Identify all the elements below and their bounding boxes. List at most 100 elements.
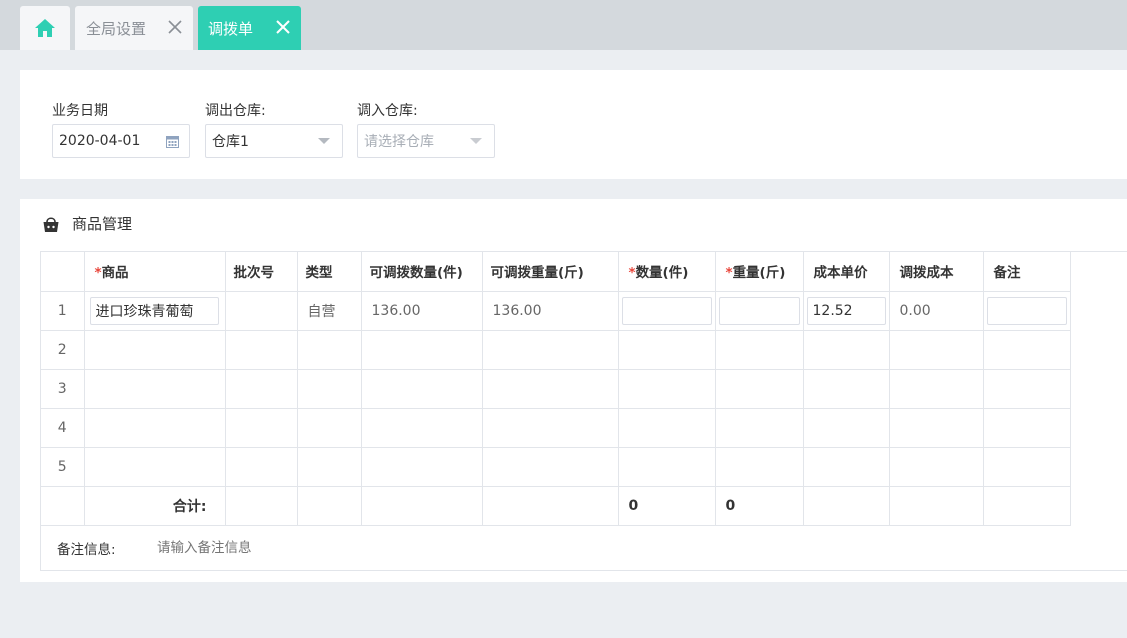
- total-row: 合计: 0 0: [41, 486, 1071, 526]
- unit-cost-cell[interactable]: [803, 408, 890, 448]
- tab-home[interactable]: [20, 6, 70, 50]
- header-qty: *数量(件): [618, 252, 716, 292]
- chevron-down-icon: [470, 138, 482, 144]
- total-empty-cell: [803, 486, 890, 526]
- weight-cell: [715, 291, 804, 331]
- goods-cell[interactable]: [84, 447, 226, 487]
- header-batch: 批次号: [225, 252, 298, 292]
- weight-cell[interactable]: [715, 330, 804, 370]
- calendar-icon[interactable]: [166, 135, 179, 148]
- in-warehouse-select[interactable]: 请选择仓库: [357, 124, 495, 158]
- total-weight: 0: [715, 486, 804, 526]
- goods-cell[interactable]: [84, 408, 226, 448]
- total-empty-cell: [297, 486, 362, 526]
- available-weight-cell: [482, 330, 619, 370]
- weight-input[interactable]: [718, 296, 800, 325]
- total-empty-cell: [361, 486, 483, 526]
- out-warehouse-value: 仓库1: [212, 134, 249, 150]
- remark-label: 备注信息:: [57, 541, 116, 558]
- available-qty-cell: [361, 408, 483, 448]
- unit-cost-cell[interactable]: [803, 369, 890, 409]
- note-cell[interactable]: [983, 408, 1071, 448]
- out-warehouse-label: 调出仓库:: [205, 103, 266, 119]
- header-unit-cost: 成本单价: [803, 252, 890, 292]
- transfer-cost-cell: 0.00: [889, 291, 984, 331]
- note-cell[interactable]: [983, 330, 1071, 370]
- type-cell: [297, 330, 362, 370]
- type-cell: [297, 369, 362, 409]
- close-icon[interactable]: [167, 19, 183, 35]
- header-row-number: [41, 252, 85, 292]
- batch-cell: [225, 408, 298, 448]
- table-row: 4: [41, 408, 1071, 448]
- close-icon[interactable]: [275, 19, 291, 35]
- goods-cell: [84, 291, 226, 331]
- available-weight-cell: [482, 369, 619, 409]
- unit-cost-input[interactable]: [806, 296, 886, 325]
- weight-cell[interactable]: [715, 447, 804, 487]
- note-cell[interactable]: [983, 447, 1071, 487]
- type-cell: [297, 447, 362, 487]
- goods-title: 商品管理: [72, 215, 133, 233]
- goods-name-input[interactable]: [89, 296, 219, 325]
- qty-cell[interactable]: [618, 369, 716, 409]
- row-number: 3: [41, 369, 85, 409]
- transfer-cost-cell: [889, 330, 984, 370]
- qty-cell[interactable]: [618, 330, 716, 370]
- date-label: 业务日期: [52, 103, 108, 119]
- remark-row: 备注信息:: [41, 524, 1127, 571]
- shopping-basket-icon: [43, 216, 59, 232]
- total-qty: 0: [618, 486, 716, 526]
- total-empty-cell: [889, 486, 984, 526]
- qty-cell[interactable]: [618, 408, 716, 448]
- qty-cell: [618, 291, 716, 331]
- batch-cell: [225, 369, 298, 409]
- tab-global-settings[interactable]: 全局设置: [75, 6, 193, 50]
- note-cell[interactable]: [983, 369, 1071, 409]
- total-empty-cell: [983, 486, 1071, 526]
- transfer-cost-cell: [889, 447, 984, 487]
- batch-cell: [225, 447, 298, 487]
- home-icon: [35, 19, 55, 37]
- header-type: 类型: [297, 252, 362, 292]
- weight-cell[interactable]: [715, 369, 804, 409]
- row-number: 2: [41, 330, 85, 370]
- row-number: 1: [41, 291, 85, 331]
- unit-cost-cell[interactable]: [803, 447, 890, 487]
- goods-section-header: 商品管理: [42, 213, 132, 234]
- goods-card: 商品管理 *商品 批次号 类型 可调拨数量(件) 可调拨重量(斤) *数量(件)…: [20, 199, 1127, 582]
- header-note: 备注: [983, 252, 1071, 292]
- available-qty-cell: [361, 447, 483, 487]
- note-input[interactable]: [986, 296, 1067, 325]
- table-row: 5: [41, 447, 1071, 487]
- transfer-cost-cell: [889, 369, 984, 409]
- available-weight-cell: 136.00: [482, 291, 619, 331]
- goods-table: *商品 批次号 类型 可调拨数量(件) 可调拨重量(斤) *数量(件) *重量(…: [41, 252, 1071, 526]
- table-row: 1 自营 136.00 136.00: [41, 291, 1071, 331]
- table-row: 3: [41, 369, 1071, 409]
- chevron-down-icon: [318, 138, 330, 144]
- available-qty-cell: [361, 330, 483, 370]
- row-number: 5: [41, 447, 85, 487]
- header-available-qty: 可调拨数量(件): [361, 252, 483, 292]
- header-goods: *商品: [84, 252, 226, 292]
- out-warehouse-select[interactable]: 仓库1: [205, 124, 343, 158]
- tab-transfer-label: 调拨单: [208, 19, 254, 38]
- goods-cell[interactable]: [84, 330, 226, 370]
- unit-cost-cell[interactable]: [803, 330, 890, 370]
- weight-cell[interactable]: [715, 408, 804, 448]
- total-row-number: [41, 486, 85, 526]
- date-input[interactable]: 2020-04-01: [52, 124, 190, 158]
- goods-cell[interactable]: [84, 369, 226, 409]
- total-empty-cell: [482, 486, 619, 526]
- available-qty-cell: [361, 369, 483, 409]
- remark-input[interactable]: [157, 540, 334, 555]
- in-warehouse-label: 调入仓库:: [357, 103, 418, 119]
- qty-cell[interactable]: [618, 447, 716, 487]
- row-number: 4: [41, 408, 85, 448]
- tab-transfer[interactable]: 调拨单: [198, 6, 301, 50]
- table-header-row: *商品 批次号 类型 可调拨数量(件) 可调拨重量(斤) *数量(件) *重量(…: [41, 252, 1071, 292]
- available-weight-cell: [482, 408, 619, 448]
- qty-input[interactable]: [621, 296, 712, 325]
- in-warehouse-placeholder: 请选择仓库: [364, 134, 434, 150]
